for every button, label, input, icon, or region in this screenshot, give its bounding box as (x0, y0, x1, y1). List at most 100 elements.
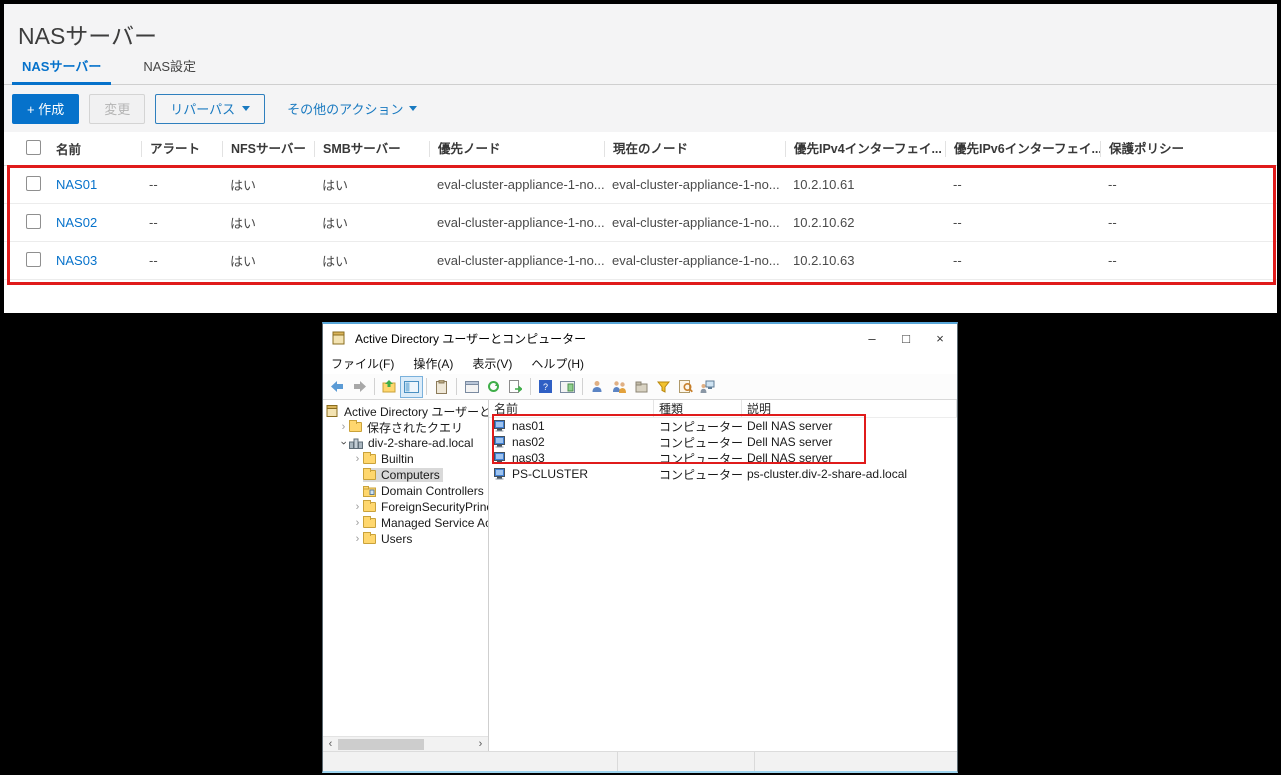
new-user-icon[interactable] (587, 377, 608, 397)
close-button[interactable]: × (923, 324, 957, 352)
cell-nfs: はい (222, 213, 314, 232)
cell-nfs: はい (222, 251, 314, 270)
more-actions-button[interactable]: その他のアクション (287, 99, 417, 118)
select-all-checkbox[interactable] (26, 140, 41, 155)
chevron-down-icon[interactable]: › (339, 438, 349, 449)
filter-icon[interactable] (653, 377, 674, 397)
export-list-icon[interactable] (505, 377, 526, 397)
chevron-right-icon[interactable]: › (352, 534, 363, 544)
computer-icon (494, 436, 507, 448)
cell-preferred-node: eval-cluster-appliance-1-no... (429, 215, 604, 230)
chevron-right-icon[interactable]: › (352, 454, 363, 464)
tree-item-domain-controllers[interactable]: Domain Controllers (323, 483, 488, 499)
menu-view[interactable]: 表示(V) (472, 355, 512, 372)
cell-current-node: eval-cluster-appliance-1-no... (604, 215, 785, 230)
tree-item-domain[interactable]: › div-2-share-ad.local (323, 435, 488, 451)
scroll-left-icon[interactable]: ‹ (323, 738, 338, 751)
table-row[interactable]: NAS01 -- はい はい eval-cluster-appliance-1-… (4, 166, 1277, 204)
list-empty-area (489, 482, 957, 751)
help-icon[interactable]: ? (535, 377, 556, 397)
scroll-right-icon[interactable]: › (473, 738, 488, 751)
computer-description: Dell NAS server (742, 419, 957, 433)
nas-server-link[interactable]: NAS01 (48, 177, 141, 192)
page-title: NASサーバー (4, 4, 1277, 56)
show-console-tree-icon[interactable] (401, 377, 422, 397)
tree-item-foreign-security-principals[interactable]: › ForeignSecurityPrincipals (323, 499, 488, 515)
column-header-name[interactable]: 名前 (48, 139, 141, 158)
column-header-ipv6[interactable]: 優先IPv6インターフェイ... (945, 141, 1100, 157)
change-domain-icon[interactable] (697, 377, 718, 397)
menu-help[interactable]: ヘルプ(H) (531, 355, 584, 372)
new-group-icon[interactable] (609, 377, 630, 397)
properties-icon[interactable] (431, 377, 452, 397)
column-header-nfs[interactable]: NFSサーバー (222, 141, 314, 157)
up-one-level-icon[interactable] (379, 377, 400, 397)
row-checkbox[interactable] (26, 214, 41, 229)
cell-ipv4: 10.2.10.61 (785, 177, 945, 192)
new-ou-icon[interactable] (631, 377, 652, 397)
titlebar[interactable]: Active Directory ユーザーとコンピューター – □ × (323, 324, 957, 352)
menu-action[interactable]: 操作(A) (413, 355, 453, 372)
cell-ipv6: -- (945, 177, 1100, 192)
minimize-button[interactable]: – (855, 324, 889, 352)
column-header-smb[interactable]: SMBサーバー (314, 141, 429, 157)
row-checkbox[interactable] (26, 176, 41, 191)
console-tree-pane: Active Directory ユーザーとコンピューター › 保存されたクエリ… (323, 400, 489, 751)
selected-tree-item: Computers (363, 468, 443, 482)
cell-protection-policy: -- (1100, 215, 1277, 230)
column-header-alert[interactable]: アラート (141, 141, 222, 157)
tree-item-label: Domain Controllers (378, 484, 487, 498)
console-window-icon[interactable] (557, 377, 578, 397)
folder-icon (349, 422, 362, 432)
nas-server-link[interactable]: NAS03 (48, 253, 141, 268)
tree-item-label: Builtin (378, 452, 417, 466)
maximize-button[interactable]: □ (889, 324, 923, 352)
cell-alert: -- (141, 177, 222, 192)
scrollbar-thumb[interactable] (338, 739, 424, 750)
chevron-right-icon[interactable]: › (338, 422, 349, 432)
back-icon[interactable] (327, 377, 348, 397)
tree-item-builtin[interactable]: › Builtin (323, 451, 488, 467)
column-header-current-node[interactable]: 現在のノード (604, 141, 785, 157)
create-button[interactable]: + 作成 (12, 94, 79, 124)
computer-type: コンピューター (654, 434, 742, 451)
nas-manager-header: NASサーバー NASサーバー NAS設定 + 作成 変更 リパーパス その他の… (4, 4, 1277, 132)
console-tree: Active Directory ユーザーとコンピューター › 保存されたクエリ… (323, 400, 488, 736)
tree-item-computers[interactable]: Computers (323, 467, 488, 483)
window-icon[interactable] (461, 377, 482, 397)
modify-button[interactable]: 変更 (89, 94, 145, 124)
chevron-right-icon[interactable]: › (352, 502, 363, 512)
repurpose-button[interactable]: リパーパス (155, 94, 265, 124)
menu-file[interactable]: ファイル(F) (331, 355, 394, 372)
list-item[interactable]: nas01 コンピューター Dell NAS server (489, 418, 957, 434)
list-column-name[interactable]: 名前 (489, 400, 654, 417)
table-row[interactable]: NAS02 -- はい はい eval-cluster-appliance-1-… (4, 204, 1277, 242)
tab-nas-settings[interactable]: NAS設定 (143, 56, 196, 84)
computer-type: コンピューター (654, 466, 742, 483)
list-item[interactable]: nas02 コンピューター Dell NAS server (489, 434, 957, 450)
find-icon[interactable] (675, 377, 696, 397)
tree-item-managed-service-accounts[interactable]: › Managed Service Accounts (323, 515, 488, 531)
horizontal-scrollbar[interactable]: ‹ › (323, 736, 488, 751)
status-segment (755, 752, 957, 771)
folder-icon (363, 454, 376, 464)
refresh-icon[interactable] (483, 377, 504, 397)
column-header-preferred-node[interactable]: 優先ノード (429, 141, 604, 157)
list-item[interactable]: nas03 コンピューター Dell NAS server (489, 450, 957, 466)
forward-icon[interactable] (349, 377, 370, 397)
caret-down-icon (409, 106, 417, 111)
table-row[interactable]: NAS03 -- はい はい eval-cluster-appliance-1-… (4, 242, 1277, 280)
cell-nfs: はい (222, 175, 314, 194)
row-checkbox[interactable] (26, 252, 41, 267)
chevron-right-icon[interactable]: › (352, 518, 363, 528)
tree-item-saved-queries[interactable]: › 保存されたクエリ (323, 419, 488, 435)
tree-item-users[interactable]: › Users (323, 531, 488, 547)
list-item[interactable]: PS-CLUSTER コンピューター ps-cluster.div-2-shar… (489, 466, 957, 482)
list-column-description[interactable]: 説明 (742, 400, 957, 417)
nas-server-link[interactable]: NAS02 (48, 215, 141, 230)
tree-item-aduc-root[interactable]: Active Directory ユーザーとコンピューター (323, 403, 488, 419)
column-header-protection-policy[interactable]: 保護ポリシー (1100, 141, 1277, 157)
tab-nas-servers[interactable]: NASサーバー (22, 56, 101, 84)
list-column-type[interactable]: 種類 (654, 400, 742, 417)
column-header-ipv4[interactable]: 優先IPv4インターフェイ... (785, 141, 945, 157)
